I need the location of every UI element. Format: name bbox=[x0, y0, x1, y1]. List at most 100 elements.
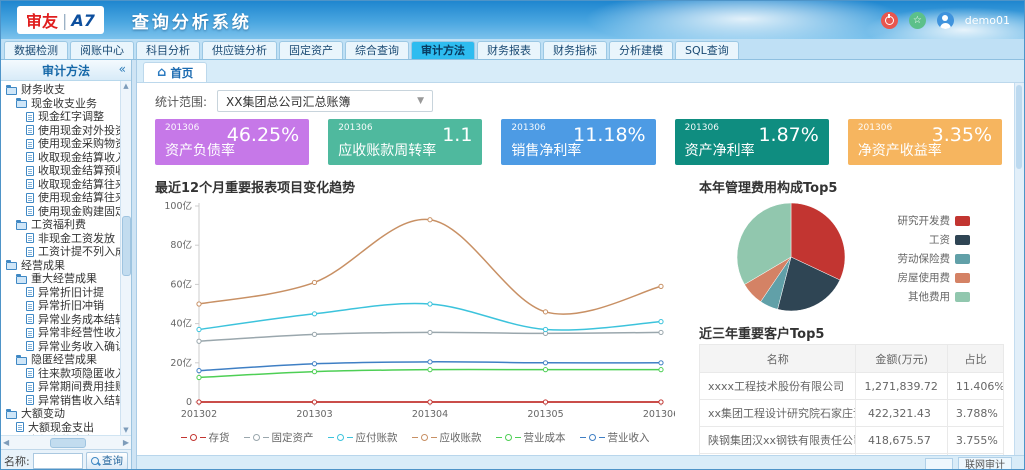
chevron-down-icon: ▼ bbox=[417, 96, 424, 106]
logo-separator: | bbox=[62, 11, 67, 30]
star-icon[interactable]: ☆ bbox=[909, 12, 926, 29]
legend-item-固定资产[interactable]: 固定资产 bbox=[244, 430, 314, 445]
nav-tab-综合查询[interactable]: 综合查询 bbox=[345, 41, 409, 59]
file-icon bbox=[26, 368, 34, 378]
svg-text:80亿: 80亿 bbox=[170, 239, 192, 251]
tree-item[interactable]: 收取现金结算收入 bbox=[1, 151, 121, 165]
legend-item-应收账款[interactable]: 应收账款 bbox=[412, 430, 482, 445]
magnifier-icon bbox=[91, 457, 99, 465]
tree-label: 使用现金对外投资 bbox=[38, 124, 121, 137]
tree-item[interactable]: 异常期间费用挂账 bbox=[1, 380, 121, 394]
tree-item[interactable]: 使用现金采购物资 bbox=[1, 137, 121, 151]
pie-legend-item-工资[interactable]: 工资 bbox=[898, 232, 971, 247]
customer-amount: 403,571.43 bbox=[856, 454, 947, 456]
tree-folder[interactable]: 经营成果 bbox=[1, 259, 121, 273]
power-icon[interactable] bbox=[881, 12, 898, 29]
tree-folder[interactable]: 工资福利费 bbox=[1, 218, 121, 232]
data-point-存货 bbox=[312, 400, 316, 404]
scrollbar-thumb[interactable] bbox=[50, 438, 86, 448]
tree-item[interactable]: 大额现金支出 bbox=[1, 421, 121, 435]
nav-tab-SQL查询[interactable]: SQL查询 bbox=[675, 41, 739, 59]
nav-tab-分析建模[interactable]: 分析建模 bbox=[609, 41, 673, 59]
tree-item[interactable]: 异常非经营性收入 bbox=[1, 326, 121, 340]
tree-item[interactable]: 工资计提不列入成本费 bbox=[1, 245, 121, 259]
network-audit-button[interactable]: 联网审计 bbox=[958, 457, 1012, 470]
tree-folder[interactable]: 隐匿经营成果 bbox=[1, 353, 121, 367]
tree-item[interactable]: 收取现金结算预收款 bbox=[1, 164, 121, 178]
data-point-应收账款 bbox=[312, 280, 316, 284]
kpi-card-资产净利率[interactable]: 2013061.87%资产净利率 bbox=[675, 119, 829, 165]
nav-tab-数据检测[interactable]: 数据检测 bbox=[4, 41, 68, 59]
collapse-sidebar-icon[interactable]: « bbox=[119, 62, 126, 76]
scroll-left-icon[interactable]: ◀ bbox=[3, 438, 9, 447]
tree-item[interactable]: 非现金工资发放 bbox=[1, 232, 121, 246]
table-row[interactable]: xx集团工程设计研究院石家庄设计院422,321.433.788% bbox=[700, 400, 1004, 427]
kpi-card-净资产收益率[interactable]: 2013063.35%净资产收益率 bbox=[848, 119, 1002, 165]
svg-text:201304: 201304 bbox=[412, 409, 448, 420]
nav-tab-科目分析[interactable]: 科目分析 bbox=[136, 41, 200, 59]
nav-tab-财务指标[interactable]: 财务指标 bbox=[543, 41, 607, 59]
tree-label: 工资计提不列入成本费 bbox=[38, 245, 121, 258]
series-line-应付账款 bbox=[199, 303, 661, 330]
nav-tab-阅账中心[interactable]: 阅账中心 bbox=[70, 41, 134, 59]
scroll-right-icon[interactable]: ▶ bbox=[123, 438, 129, 447]
user-avatar-icon[interactable] bbox=[937, 12, 954, 29]
pie-legend-swatch bbox=[955, 254, 970, 264]
data-point-应收账款 bbox=[197, 302, 201, 306]
scrollbar-thumb[interactable] bbox=[1016, 85, 1022, 169]
kpi-card-应收账款周转率[interactable]: 2013061.1应收账款周转率 bbox=[328, 119, 482, 165]
legend-item-应付账款[interactable]: 应付账款 bbox=[328, 430, 398, 445]
search-button[interactable]: 查询 bbox=[86, 452, 128, 470]
sidebar-horizontal-scrollbar[interactable]: ◀ ▶ bbox=[1, 435, 131, 449]
name-filter-input[interactable] bbox=[33, 453, 83, 469]
legend-item-营业收入[interactable]: 营业收入 bbox=[580, 430, 650, 445]
svg-text:201306: 201306 bbox=[643, 409, 675, 420]
data-point-固定资产 bbox=[428, 330, 432, 334]
file-icon bbox=[26, 247, 34, 257]
tree-folder[interactable]: 现金收支业务 bbox=[1, 97, 121, 111]
legend-item-存货[interactable]: 存货 bbox=[181, 430, 230, 445]
file-icon bbox=[26, 287, 34, 297]
tree-item[interactable]: 收取现金结算往来款 bbox=[1, 178, 121, 192]
tree-label: 异常期间费用挂账 bbox=[38, 380, 121, 393]
scrollbar-thumb[interactable] bbox=[122, 216, 131, 276]
legend-label: 应收账款 bbox=[440, 430, 482, 445]
nav-tab-审计方法[interactable]: 审计方法 bbox=[411, 41, 475, 59]
tree-item[interactable]: 异常业务成本结转 bbox=[1, 313, 121, 327]
table-row[interactable]: 山东西王特钢有限公司403,571.433.619% bbox=[700, 454, 1004, 456]
pie-legend-item-劳动保险费[interactable]: 劳动保险费 bbox=[898, 251, 971, 266]
tree-item[interactable]: 使用现金购建固定资产 bbox=[1, 205, 121, 219]
tab-home[interactable]: 首页 bbox=[143, 62, 207, 82]
customer-amount: 418,675.57 bbox=[856, 427, 947, 454]
main-vertical-scrollbar[interactable] bbox=[1014, 83, 1024, 455]
data-point-营业收入 bbox=[312, 362, 316, 366]
tree-item[interactable]: 异常折旧计提 bbox=[1, 286, 121, 300]
table-row[interactable]: 陕钢集团汉xx钢铁有限责任公司418,675.573.755% bbox=[700, 427, 1004, 454]
scope-select[interactable]: XX集团总公司汇总账簿 ▼ bbox=[217, 90, 433, 112]
pie-legend-item-研究开发费[interactable]: 研究开发费 bbox=[898, 213, 971, 228]
tree-item[interactable]: 异常折旧冲销 bbox=[1, 299, 121, 313]
sidebar-vertical-scrollbar[interactable]: ▲ ▼ bbox=[120, 81, 131, 435]
series-line-应收账款 bbox=[199, 219, 661, 314]
tree-item[interactable]: 现金红字调整 bbox=[1, 110, 121, 124]
tree-item[interactable]: 使用现金结算往来款 bbox=[1, 191, 121, 205]
pie-legend-item-房屋使用费[interactable]: 房屋使用费 bbox=[898, 270, 971, 285]
tree-item[interactable]: 往来款项隐匿收入 bbox=[1, 367, 121, 381]
tree-folder[interactable]: 重大经营成果 bbox=[1, 272, 121, 286]
nav-tab-供应链分析[interactable]: 供应链分析 bbox=[202, 41, 277, 59]
pie-legend-item-其他费用[interactable]: 其他费用 bbox=[898, 289, 971, 304]
table-row[interactable]: xxxx工程技术股份有限公司1,271,839.7211.406% bbox=[700, 373, 1004, 400]
legend-item-营业成本[interactable]: 营业成本 bbox=[496, 430, 566, 445]
scroll-up-icon[interactable]: ▲ bbox=[122, 82, 130, 90]
tree-item[interactable]: 异常业务收入确认 bbox=[1, 340, 121, 354]
tree-item[interactable]: 使用现金对外投资 bbox=[1, 124, 121, 138]
tree-folder[interactable]: 财务收支 bbox=[1, 83, 121, 97]
kpi-card-资产负债率[interactable]: 20130646.25%资产负债率 bbox=[155, 119, 309, 165]
kpi-card-销售净利率[interactable]: 20130611.18%销售净利率 bbox=[501, 119, 655, 165]
nav-tab-固定资产[interactable]: 固定资产 bbox=[279, 41, 343, 59]
tree-item[interactable]: 异常销售收入结转 bbox=[1, 394, 121, 408]
tree-folder[interactable]: 大额变动 bbox=[1, 407, 121, 421]
nav-tab-财务报表[interactable]: 财务报表 bbox=[477, 41, 541, 59]
scroll-down-icon[interactable]: ▼ bbox=[122, 426, 130, 434]
app-header: 审友 | A7 查询分析系统 ☆ demo01 bbox=[1, 1, 1024, 39]
